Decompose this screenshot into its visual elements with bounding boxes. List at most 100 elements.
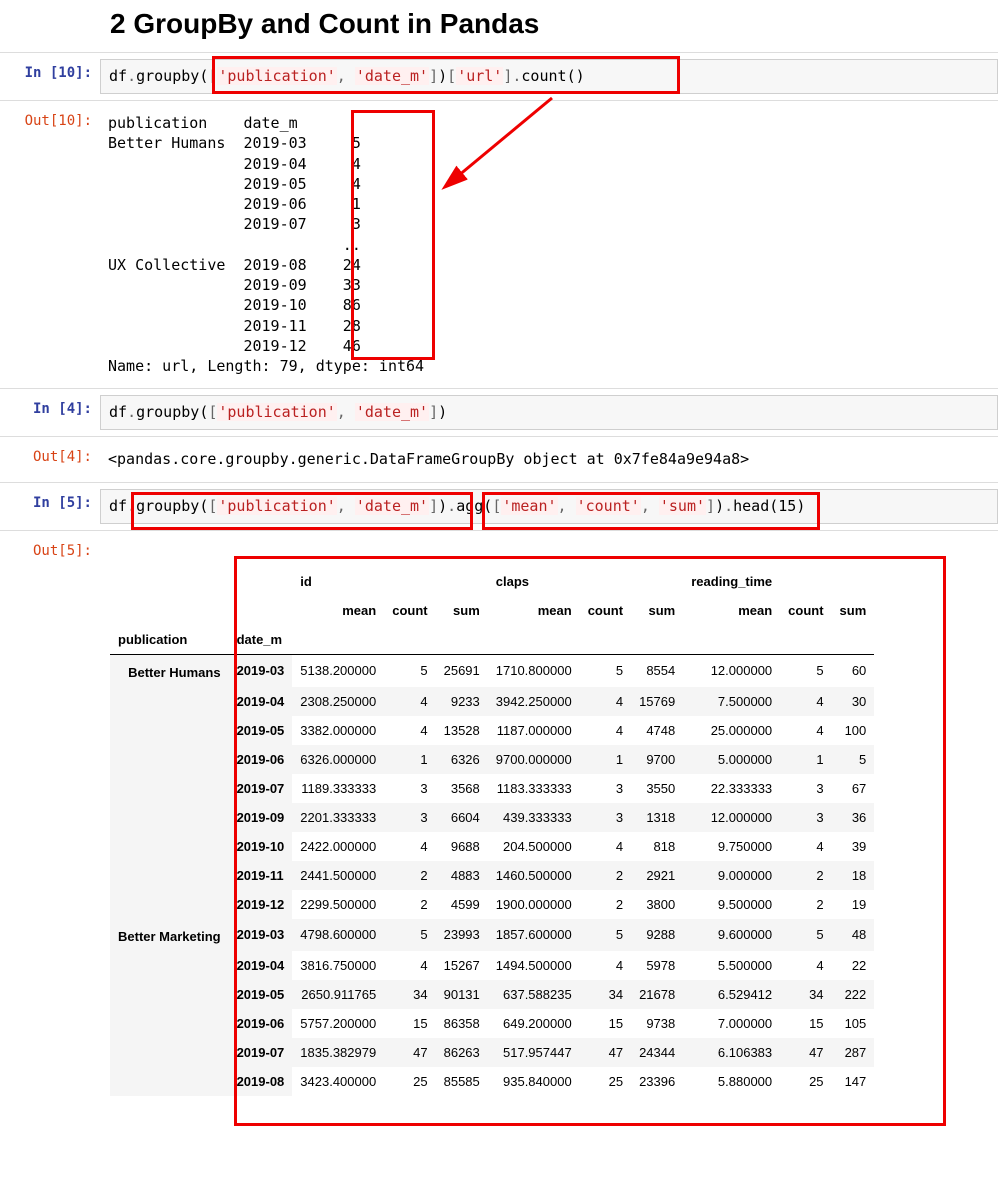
cell-value: 1857.600000 xyxy=(488,919,580,951)
code-input[interactable]: df.groupby(['publication', 'date_m'])['u… xyxy=(100,59,998,94)
row-date: 2019-07 xyxy=(229,774,293,803)
cell-value: 5 xyxy=(832,745,875,774)
group-label xyxy=(110,1009,229,1038)
cell-value: 19 xyxy=(832,890,875,919)
row-date: 2019-04 xyxy=(229,687,293,716)
table-row: Better Humans2019-035138.200000525691171… xyxy=(110,654,874,687)
cell-value: 9738 xyxy=(631,1009,683,1038)
cell-value: 9233 xyxy=(436,687,488,716)
colgroup-id: id xyxy=(292,567,384,596)
table-row: Better Marketing2019-034798.600000523993… xyxy=(110,919,874,951)
cell-value: 3 xyxy=(384,803,435,832)
cell-value: 4 xyxy=(384,716,435,745)
cell-value: 86358 xyxy=(436,1009,488,1038)
cell-value: 21678 xyxy=(631,980,683,1009)
cell-value: 4883 xyxy=(436,861,488,890)
cell-value: 4 xyxy=(384,951,435,980)
row-date: 2019-03 xyxy=(229,919,293,951)
cell-value: 47 xyxy=(780,1038,831,1067)
cell-value: 5138.200000 xyxy=(292,654,384,687)
cell-value: 4798.600000 xyxy=(292,919,384,951)
row-date: 2019-06 xyxy=(229,1009,293,1038)
code-input[interactable]: df.groupby(['publication', 'date_m']).ag… xyxy=(100,489,998,524)
cell-value: 2 xyxy=(384,861,435,890)
cell-value: 18 xyxy=(832,861,875,890)
prompt-in: In [5]: xyxy=(0,489,100,524)
cell-value: 3 xyxy=(580,803,631,832)
cell-value: 517.957447 xyxy=(488,1038,580,1067)
cell-value: 4 xyxy=(384,832,435,861)
cell-value: 8554 xyxy=(631,654,683,687)
cell-value: 48 xyxy=(832,919,875,951)
group-label xyxy=(110,774,229,803)
cell-value: 637.588235 xyxy=(488,980,580,1009)
cell-value: 6.529412 xyxy=(683,980,780,1009)
cell-value: 9288 xyxy=(631,919,683,951)
cell-value: 105 xyxy=(832,1009,875,1038)
cell-value: 9.500000 xyxy=(683,890,780,919)
cell-value: 22.333333 xyxy=(683,774,780,803)
cell-value: 5 xyxy=(384,919,435,951)
cell-value: 2422.000000 xyxy=(292,832,384,861)
cell-value: 5 xyxy=(780,654,831,687)
prompt-in: In [4]: xyxy=(0,395,100,430)
table-row: 2019-122299.500000245991900.000000238009… xyxy=(110,890,874,919)
group-label xyxy=(110,1067,229,1096)
cell-value: 4 xyxy=(580,716,631,745)
group-label xyxy=(110,980,229,1009)
group-label: Better Marketing xyxy=(110,919,229,951)
cell-value: 100 xyxy=(832,716,875,745)
cell-value: 9.000000 xyxy=(683,861,780,890)
cell-value: 12.000000 xyxy=(683,654,780,687)
table-row: 2019-083423.4000002585585935.84000025233… xyxy=(110,1067,874,1096)
group-label: Better Humans xyxy=(110,654,229,687)
table-row: 2019-042308.250000492333942.250000415769… xyxy=(110,687,874,716)
cell-value: 4 xyxy=(384,687,435,716)
cell-value: 36 xyxy=(832,803,875,832)
cell-value: 2650.911765 xyxy=(292,980,384,1009)
row-date: 2019-12 xyxy=(229,890,293,919)
cell-value: 3942.250000 xyxy=(488,687,580,716)
cell-value: 2 xyxy=(580,861,631,890)
cell-value: 22 xyxy=(832,951,875,980)
cell-value: 3 xyxy=(780,803,831,832)
cell-value: 5.880000 xyxy=(683,1067,780,1096)
index-publication: publication xyxy=(110,625,229,655)
group-label xyxy=(110,832,229,861)
cell-value: 818 xyxy=(631,832,683,861)
cell-value: 86263 xyxy=(436,1038,488,1067)
table-row: 2019-112441.500000248831460.500000229219… xyxy=(110,861,874,890)
prompt-out: Out[10]: xyxy=(0,107,100,382)
cell-value: 1183.333333 xyxy=(488,774,580,803)
table-row: 2019-102422.00000049688204.50000048189.7… xyxy=(110,832,874,861)
cell-value: 24344 xyxy=(631,1038,683,1067)
code-input[interactable]: df.groupby(['publication', 'date_m']) xyxy=(100,395,998,430)
row-date: 2019-11 xyxy=(229,861,293,890)
colgroup-claps: claps xyxy=(488,567,580,596)
table-row: 2019-092201.33333336604439.3333333131812… xyxy=(110,803,874,832)
cell-value: 935.840000 xyxy=(488,1067,580,1096)
cell-value: 5757.200000 xyxy=(292,1009,384,1038)
table-row: 2019-043816.7500004152671494.50000045978… xyxy=(110,951,874,980)
cell-value: 15267 xyxy=(436,951,488,980)
cell-value: 2921 xyxy=(631,861,683,890)
cell-value: 6604 xyxy=(436,803,488,832)
cell-value: 34 xyxy=(580,980,631,1009)
cell-value: 25 xyxy=(580,1067,631,1096)
cell-value: 25691 xyxy=(436,654,488,687)
cell-value: 67 xyxy=(832,774,875,803)
colgroup-readingtime: reading_time xyxy=(683,567,780,596)
cell-value: 39 xyxy=(832,832,875,861)
cell-value: 222 xyxy=(832,980,875,1009)
code-cell-10: In [10]: df.groupby(['publication', 'dat… xyxy=(0,53,998,100)
cell-value: 1189.333333 xyxy=(292,774,384,803)
cell-value: 60 xyxy=(832,654,875,687)
cell-value: 6.106383 xyxy=(683,1038,780,1067)
dataframe-table: id claps reading_time mean count sum mea… xyxy=(110,567,874,1096)
cell-value: 1900.000000 xyxy=(488,890,580,919)
cell-value: 85585 xyxy=(436,1067,488,1096)
cell-value: 4 xyxy=(780,687,831,716)
cell-value: 12.000000 xyxy=(683,803,780,832)
cell-value: 23396 xyxy=(631,1067,683,1096)
prompt-out: Out[4]: xyxy=(0,443,100,475)
